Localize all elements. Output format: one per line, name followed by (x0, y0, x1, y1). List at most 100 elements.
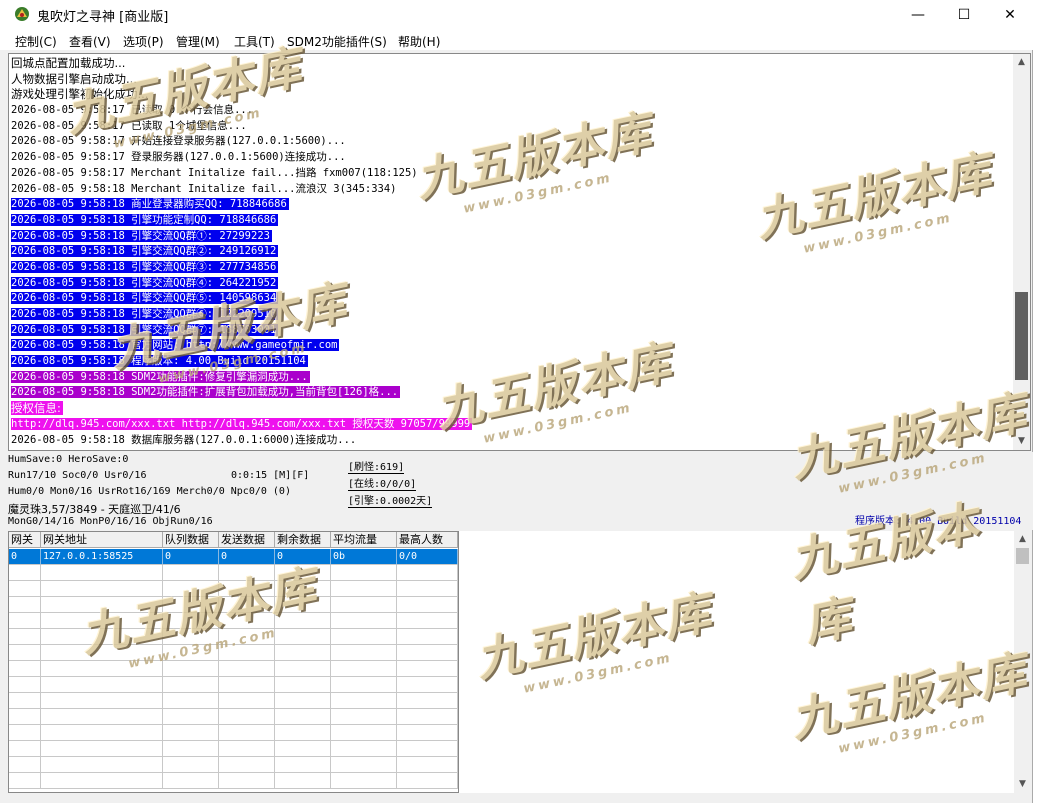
log-line: 2026-08-05 9:58:18 数据库服务器(127.0.0.1:6000… (11, 433, 1011, 449)
table-cell (41, 725, 163, 741)
table-cell (9, 581, 41, 597)
column-header[interactable]: 剩余数据 (275, 532, 331, 548)
log-line-text: 2026-08-05 9:58:17 开始连接登录服务器(127.0.0.1:5… (11, 135, 346, 148)
maximize-button[interactable]: ☐ (941, 0, 987, 30)
status-monsters: 魔灵珠3,57/3849 - 天庭巡卫/41/6 (8, 503, 181, 516)
column-header[interactable]: 发送数据 (219, 532, 275, 548)
refresh-monster-label: [刷怪:619] (348, 458, 405, 474)
menu-control[interactable]: 控制(C) (15, 33, 57, 50)
table-row[interactable] (9, 757, 458, 773)
table-row[interactable] (9, 645, 458, 661)
menu-manage[interactable]: 管理(M) (176, 33, 220, 50)
table-cell (219, 661, 275, 677)
table-row[interactable] (9, 613, 458, 629)
table-cell (41, 773, 163, 789)
grid-scrollbar[interactable]: ▲ ▼ (1014, 531, 1031, 793)
table-row[interactable] (9, 741, 458, 757)
log-line: 2026-08-05 9:58:18 官方网站: http://www.game… (11, 338, 1011, 354)
table-cell: 0 (219, 549, 275, 565)
scroll-down-icon[interactable]: ▼ (1013, 433, 1030, 450)
table-cell (9, 629, 41, 645)
log-line: http://dlq.945.com/xxx.txt http://dlq.94… (11, 417, 1011, 433)
online-label: [在线:0/0/0] (348, 475, 417, 491)
table-cell (9, 709, 41, 725)
column-header[interactable]: 网关 (9, 532, 41, 548)
table-cell (397, 645, 458, 661)
log-line: 2026-08-05 9:58:18 引擎功能定制QQ: 718846686 (11, 213, 1011, 229)
table-row[interactable] (9, 661, 458, 677)
log-line: 2026-08-05 9:58:18 引擎交流QQ群⑤: 140598634 (11, 291, 1011, 307)
table-cell (397, 661, 458, 677)
menu-sdm2-plugin[interactable]: SDM2功能插件(S) (287, 33, 387, 50)
table-cell (41, 757, 163, 773)
table-cell (331, 677, 397, 693)
column-header[interactable]: 队列数据 (163, 532, 219, 548)
minimize-button[interactable]: — (895, 0, 941, 30)
table-cell (9, 773, 41, 789)
window-title: 鬼吹灯之寻神 [商业版] (37, 10, 169, 25)
table-cell: 127.0.0.1:58525 (41, 549, 163, 565)
log-line-text: 2026-08-05 9:58:18 程序版本: 4.00 Build 2015… (11, 355, 308, 368)
table-cell: 0 (275, 549, 331, 565)
menu-tools[interactable]: 工具(T) (234, 33, 275, 50)
log-lines: 回城点配置加载成功... 人物数据引擎启动成功... 游戏处理引擎初始化成功... 2… (11, 56, 1011, 448)
table-row[interactable] (9, 725, 458, 741)
table-row[interactable] (9, 597, 458, 613)
table-row[interactable] (9, 581, 458, 597)
table-row[interactable] (9, 693, 458, 709)
gateway-grid[interactable]: 网关 网关地址 队列数据 发送数据 剩余数据 平均流量 最高人数 0 127.0.0.1:58… (8, 531, 459, 793)
log-scrollbar[interactable]: ▲ ▼ (1013, 54, 1030, 450)
log-line-text: 授权信息: (11, 401, 63, 416)
table-cell (163, 661, 219, 677)
table-cell (331, 597, 397, 613)
table-cell: 0/0 (397, 549, 458, 565)
table-row[interactable] (9, 629, 458, 645)
menu-view[interactable]: 查看(V) (69, 33, 111, 50)
table-cell (397, 741, 458, 757)
table-row[interactable] (9, 565, 458, 581)
table-cell (163, 597, 219, 613)
table-cell (397, 629, 458, 645)
table-cell (41, 565, 163, 581)
grid-scroll-down-icon[interactable]: ▼ (1014, 776, 1031, 793)
table-cell (275, 741, 331, 757)
menu-options[interactable]: 选项(P) (123, 33, 164, 50)
table-cell (397, 581, 458, 597)
menu-help[interactable]: 帮助(H) (398, 33, 440, 50)
log-line-text: 2026-08-05 9:58:17 登录服务器(127.0.0.1:5600)… (11, 151, 346, 164)
table-cell (331, 725, 397, 741)
column-header[interactable]: 网关地址 (41, 532, 163, 548)
log-line-text: 2026-08-05 9:58:18 引擎交流QQ群④: 264221952 (11, 276, 279, 289)
table-cell (163, 757, 219, 773)
log-line: 2026-08-05 9:58:18 引擎交流QQ群③: 277734856 (11, 260, 1011, 276)
column-header[interactable]: 平均流量 (331, 532, 397, 548)
scroll-thumb[interactable] (1015, 292, 1028, 380)
status-mon-groups: MonG0/14/16 MonP0/16/16 ObjRun0/16 (8, 516, 213, 527)
table-cell (163, 645, 219, 661)
title-bar[interactable]: 鬼吹灯之寻神 [商业版] — ☐ ✕ (0, 0, 1033, 30)
table-cell (331, 645, 397, 661)
log-textarea[interactable]: 回城点配置加载成功... 人物数据引擎启动成功... 游戏处理引擎初始化成功... 2… (8, 53, 1031, 451)
close-button[interactable]: ✕ (987, 0, 1033, 30)
log-line: 2026-08-05 9:58:18 程序版本: 4.00 Build 2015… (11, 354, 1011, 370)
table-cell (397, 565, 458, 581)
scroll-up-icon[interactable]: ▲ (1013, 54, 1030, 71)
table-cell (41, 645, 163, 661)
table-row[interactable] (9, 677, 458, 693)
app-logo-icon (15, 7, 29, 21)
table-cell (275, 693, 331, 709)
log-line-text: 回城点配置加载成功... (11, 56, 126, 70)
log-line: 2026-08-05 9:58:17 开始连接登录服务器(127.0.0.1:5… (11, 134, 1011, 150)
column-header[interactable]: 最高人数 (397, 532, 458, 548)
table-row[interactable]: 0 127.0.0.1:58525 0 0 0 0b 0/0 (9, 549, 458, 565)
table-cell (41, 597, 163, 613)
table-cell (9, 725, 41, 741)
log-line-text: 游戏处理引擎初始化成功... (11, 87, 149, 102)
log-line-text: 2026-08-05 9:58:18 引擎交流QQ群①: 27299223 (11, 229, 272, 242)
grid-scroll-thumb[interactable] (1016, 548, 1029, 564)
grid-scroll-up-icon[interactable]: ▲ (1014, 531, 1031, 548)
table-cell (219, 741, 275, 757)
table-row[interactable] (9, 773, 458, 789)
table-row[interactable] (9, 709, 458, 725)
log-line-text: 2026-08-05 9:58:18 SDM2功能插件:修复引擎漏洞成功... (11, 370, 310, 383)
